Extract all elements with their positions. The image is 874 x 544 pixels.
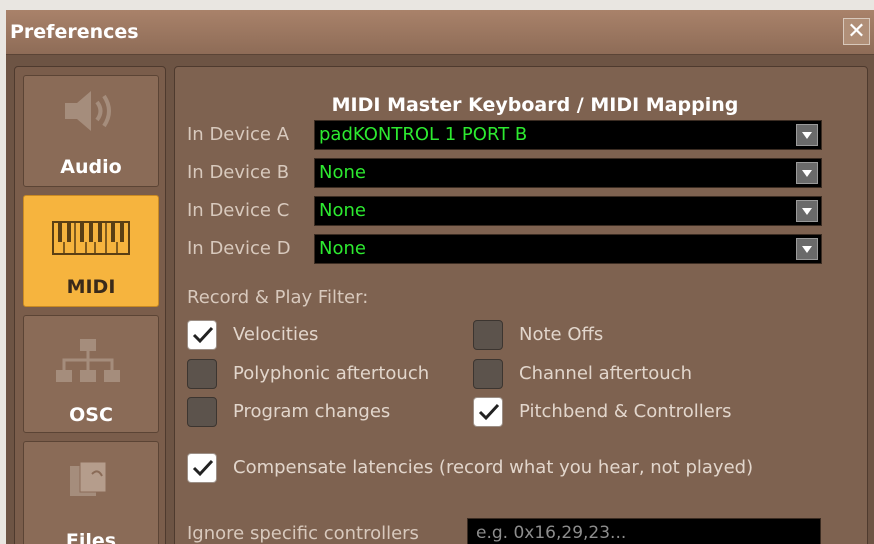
device-d-select[interactable]: None xyxy=(314,234,822,264)
sidebar: Audio MIDI OSC Files xyxy=(14,66,166,544)
ignore-controllers-label: Ignore specific controllers xyxy=(187,523,419,544)
sidebar-item-label: Audio xyxy=(60,156,122,178)
sidebar-item-label: Files xyxy=(65,530,117,544)
polyphonic-aftertouch-label: Polyphonic aftertouch xyxy=(233,363,430,384)
channel-aftertouch-label: Channel aftertouch xyxy=(519,363,692,384)
speaker-icon xyxy=(61,88,121,138)
compensate-latencies-checkbox[interactable] xyxy=(187,453,217,483)
sidebar-item-midi[interactable]: MIDI xyxy=(23,195,159,307)
chevron-down-icon[interactable] xyxy=(796,124,818,146)
title-bar: Preferences ✕ xyxy=(6,10,874,55)
close-icon: ✕ xyxy=(847,19,866,44)
note-offs-label: Note Offs xyxy=(519,324,604,345)
device-b-select[interactable]: None xyxy=(314,158,822,188)
program-changes-label: Program changes xyxy=(233,401,391,422)
chevron-down-icon[interactable] xyxy=(796,238,818,260)
sidebar-item-label: MIDI xyxy=(66,276,116,298)
pitchbend-controllers-label: Pitchbend & Controllers xyxy=(519,401,732,422)
polyphonic-aftertouch-checkbox[interactable] xyxy=(187,359,217,389)
device-c-label: In Device C xyxy=(187,200,290,221)
device-b-value: None xyxy=(319,162,366,183)
device-d-value: None xyxy=(319,238,366,259)
ignore-controllers-input[interactable] xyxy=(467,518,821,544)
files-icon xyxy=(68,460,110,504)
device-a-label: In Device A xyxy=(187,124,290,145)
device-a-select[interactable]: padKONTROL 1 PORT B xyxy=(314,120,822,150)
pitchbend-controllers-checkbox[interactable] xyxy=(473,397,503,427)
sidebar-item-label: OSC xyxy=(69,404,113,426)
close-button[interactable]: ✕ xyxy=(843,18,870,45)
note-offs-checkbox[interactable] xyxy=(473,320,503,350)
window-title: Preferences xyxy=(10,21,139,43)
sidebar-item-audio[interactable]: Audio xyxy=(23,75,159,187)
velocities-checkbox[interactable] xyxy=(187,320,217,350)
device-c-select[interactable]: None xyxy=(314,196,822,226)
velocities-label: Velocities xyxy=(233,324,319,345)
sidebar-item-osc[interactable]: OSC xyxy=(23,315,159,433)
check-icon xyxy=(192,326,214,344)
midi-settings-panel: MIDI Master Keyboard / MIDI Mapping In D… xyxy=(174,66,868,544)
network-icon xyxy=(53,338,123,388)
device-c-value: None xyxy=(319,200,366,221)
program-changes-checkbox[interactable] xyxy=(187,397,217,427)
check-icon xyxy=(192,459,214,477)
chevron-down-icon[interactable] xyxy=(796,200,818,222)
section-title: MIDI Master Keyboard / MIDI Mapping xyxy=(331,94,739,116)
channel-aftertouch-checkbox[interactable] xyxy=(473,359,503,389)
device-a-value: padKONTROL 1 PORT B xyxy=(319,124,528,145)
sidebar-item-files[interactable]: Files xyxy=(23,441,159,544)
filter-heading: Record & Play Filter: xyxy=(187,287,369,308)
device-d-label: In Device D xyxy=(187,238,291,259)
compensate-latencies-label: Compensate latencies (record what you he… xyxy=(233,457,754,478)
keyboard-icon xyxy=(52,220,130,260)
preferences-window: Preferences ✕ Audio MIDI OSC Files MIDI … xyxy=(6,10,874,544)
chevron-down-icon[interactable] xyxy=(796,162,818,184)
check-icon xyxy=(478,403,500,421)
device-b-label: In Device B xyxy=(187,162,290,183)
